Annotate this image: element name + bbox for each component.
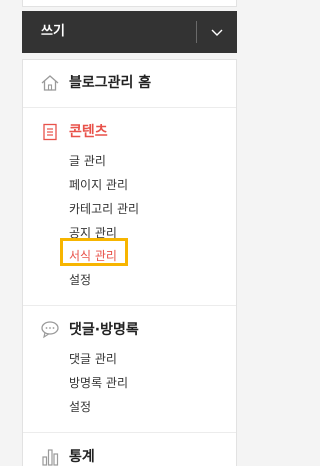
submenu-contents-settings[interactable]: 설정	[69, 271, 91, 288]
menu-divider	[23, 305, 236, 306]
menu-divider	[23, 107, 236, 108]
write-button-divider	[196, 21, 197, 43]
blog-admin-sidebar: 쓰기 블로그관리 홈 콘텐츠 글 관리 페이지 관리 카테고리 관리 공지 관리…	[0, 0, 271, 466]
menu-comments-guestbook[interactable]: 댓글·방명록	[69, 319, 139, 339]
submenu-post-manage[interactable]: 글 관리	[69, 152, 106, 169]
menu-stats[interactable]: 통계	[69, 446, 95, 466]
submenu-comments-settings[interactable]: 설정	[69, 398, 91, 415]
menu-divider	[23, 432, 236, 433]
submenu-page-manage[interactable]: 페이지 관리	[69, 176, 128, 193]
write-button[interactable]: 쓰기	[22, 11, 237, 53]
menu-contents[interactable]: 콘텐츠	[69, 121, 108, 141]
home-icon	[41, 75, 59, 91]
menu-blog-home[interactable]: 블로그관리 홈	[69, 72, 151, 92]
admin-menu: 블로그관리 홈 콘텐츠 글 관리 페이지 관리 카테고리 관리 공지 관리 서식…	[22, 59, 237, 466]
bar-chart-icon	[42, 449, 59, 466]
submenu-template-manage[interactable]: 서식 관리	[69, 247, 117, 264]
submenu-category-manage[interactable]: 카테고리 관리	[69, 200, 139, 217]
submenu-guestbook-manage[interactable]: 방명록 관리	[69, 374, 128, 391]
document-icon	[43, 123, 57, 141]
top-panel-edge	[22, 0, 237, 7]
write-button-label: 쓰기	[41, 24, 65, 39]
speech-bubble-icon	[41, 321, 59, 339]
submenu-comment-manage[interactable]: 댓글 관리	[69, 350, 117, 367]
chevron-down-icon[interactable]	[210, 25, 224, 39]
